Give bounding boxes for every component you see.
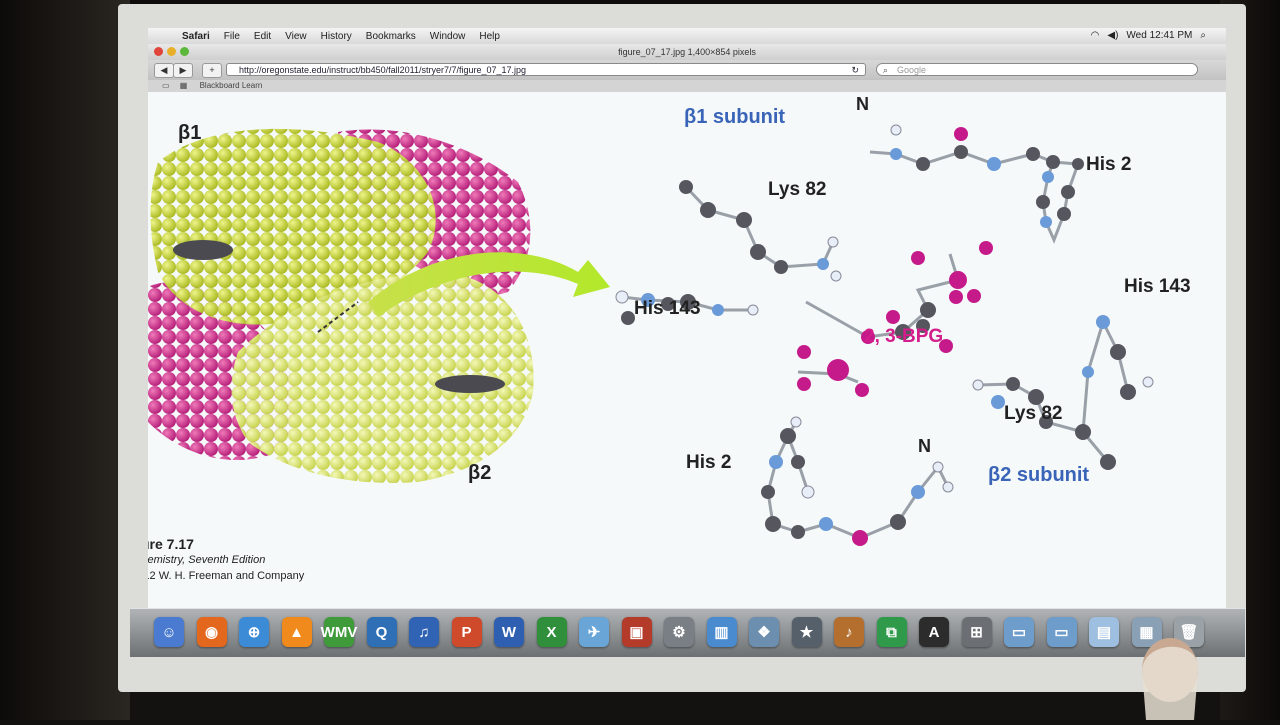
add-bookmark-button[interactable]: + xyxy=(202,63,222,78)
beta1-label: β1 xyxy=(178,122,202,144)
url-text: http://oregonstate.edu/instruct/bb450/fa… xyxy=(239,65,527,75)
his2-bottom-label: His 2 xyxy=(686,452,732,473)
dock-finder-icon[interactable]: ☺ xyxy=(154,617,184,647)
menu-history[interactable]: History xyxy=(321,31,352,42)
dock-document-icon[interactable]: ▤ xyxy=(1089,617,1119,647)
presenter-silhouette xyxy=(1142,638,1199,720)
dock-preview-icon[interactable]: ✈ xyxy=(579,617,609,647)
menubar-clock[interactable]: Wed 12:41 PM xyxy=(1126,30,1192,41)
spotlight-icon[interactable]: ⌕ xyxy=(1200,30,1206,41)
menu-help[interactable]: Help xyxy=(479,31,500,42)
mac-desktop: Safari File Edit View History Bookmarks … xyxy=(148,28,1226,608)
presenter-head xyxy=(1130,630,1200,720)
bookmark-blackboard[interactable]: Blackboard Learn xyxy=(200,81,263,90)
dock-imovie-icon[interactable]: ★ xyxy=(791,617,822,647)
dock-excel-icon[interactable]: X xyxy=(536,617,567,647)
room-wall-left xyxy=(0,0,130,720)
dock-textwrangler-icon[interactable]: A xyxy=(919,617,949,647)
dock-network-icon[interactable]: ⧉ xyxy=(876,617,907,647)
window-titlebar: figure_07_17.jpg 1,400×854 pixels xyxy=(148,44,1226,60)
lys82-bottom-label: Lys 82 xyxy=(1004,403,1063,424)
bpg-label: 2, 3-BPG xyxy=(864,326,944,347)
zoom-button[interactable] xyxy=(180,47,189,56)
n-terminus-bottom-label: N xyxy=(918,436,931,456)
dock-wmv-icon[interactable]: WMV xyxy=(321,617,357,647)
forward-button[interactable]: ▶ xyxy=(173,63,193,78)
top-sites-icon[interactable]: ▦ xyxy=(180,81,188,90)
menu-bookmarks[interactable]: Bookmarks xyxy=(366,31,416,42)
dock-powerpoint-icon[interactable]: P xyxy=(451,617,482,647)
search-field[interactable]: ⌕ Google xyxy=(876,63,1198,76)
search-placeholder: Google xyxy=(897,65,927,75)
dock-quicktime-icon[interactable]: Q xyxy=(366,617,397,647)
figure-caption: Figure 7.17 Biochemistry, Seventh Editio… xyxy=(148,536,304,584)
browser-toolbar: ◀ ▶ + http://oregonstate.edu/instruct/bb… xyxy=(148,60,1226,80)
dock: ☺ ◉ ⊕ ▲ WMV Q ♫ P W X ✈ ▣ ⚙ ▥ ❖ ★ ♪ ⧉ A ⊞ ▭ ▭ ▤ ▦ 🗑 xyxy=(130,608,1245,657)
caption-title: Figure 7.17 xyxy=(148,536,194,552)
window-title: figure_07_17.jpg 1,400×854 pixels xyxy=(618,47,756,57)
his143-right-label: His 143 xyxy=(1124,276,1191,297)
dock-word-icon[interactable]: W xyxy=(494,617,524,647)
figure-graphic xyxy=(148,124,1154,546)
back-button[interactable]: ◀ xyxy=(154,63,174,78)
wifi-icon[interactable]: ◠ xyxy=(1091,30,1100,41)
beta2-subunit-label: β2 subunit xyxy=(988,464,1090,486)
menu-bar: Safari File Edit View History Bookmarks … xyxy=(148,28,1226,44)
dock-grapher-icon[interactable]: ▥ xyxy=(706,617,737,647)
caption-book: Biochemistry, Seventh Edition xyxy=(148,554,266,566)
close-button[interactable] xyxy=(154,47,163,56)
menu-file[interactable]: File xyxy=(224,31,240,42)
dock-itunes-icon[interactable]: ♫ xyxy=(409,617,439,647)
n-terminus-top-label: N xyxy=(856,94,869,114)
menu-edit[interactable]: Edit xyxy=(254,31,271,42)
menu-window[interactable]: Window xyxy=(430,31,466,42)
address-bar[interactable]: http://oregonstate.edu/instruct/bb450/fa… xyxy=(226,63,866,76)
dock-utility-icon[interactable]: ⊞ xyxy=(961,617,992,647)
caption-copyright: © 2012 W. H. Freeman and Company xyxy=(148,570,305,582)
reload-icon[interactable]: ↻ xyxy=(851,64,859,77)
dock-vlc-icon[interactable]: ▲ xyxy=(281,617,312,647)
reading-list-icon[interactable]: ▭ xyxy=(162,81,170,90)
dock-firefox-icon[interactable]: ◉ xyxy=(196,617,227,647)
menu-view[interactable]: View xyxy=(285,31,307,42)
window-controls xyxy=(154,47,189,56)
dock-iphoto-icon[interactable]: ❖ xyxy=(749,617,779,647)
dock-photo-booth-icon[interactable]: ▣ xyxy=(621,617,652,647)
image-content: β1 β2 β1 subunit β2 subunit N N His 2 Ly… xyxy=(148,92,1226,608)
search-icon: ⌕ xyxy=(883,65,889,75)
lys82-top-label: Lys 82 xyxy=(768,179,827,200)
dock-garageband-icon[interactable]: ♪ xyxy=(834,617,864,647)
beta2-label: β2 xyxy=(468,462,492,484)
his143-left-label: His 143 xyxy=(634,298,701,319)
minimize-button[interactable] xyxy=(167,47,176,56)
dock-system-prefs-icon[interactable]: ⚙ xyxy=(664,617,694,647)
his2-top-label: His 2 xyxy=(1086,154,1132,175)
menu-safari[interactable]: Safari xyxy=(182,31,210,42)
dock-folder-b-icon[interactable]: ▭ xyxy=(1046,617,1077,647)
beta1-subunit-label: β1 subunit xyxy=(684,106,786,128)
dock-safari-icon[interactable]: ⊕ xyxy=(239,617,269,647)
volume-icon[interactable]: ◀) xyxy=(1107,30,1118,41)
hemoglobin-model xyxy=(148,128,534,483)
dock-folder-a-icon[interactable]: ▭ xyxy=(1004,617,1034,647)
